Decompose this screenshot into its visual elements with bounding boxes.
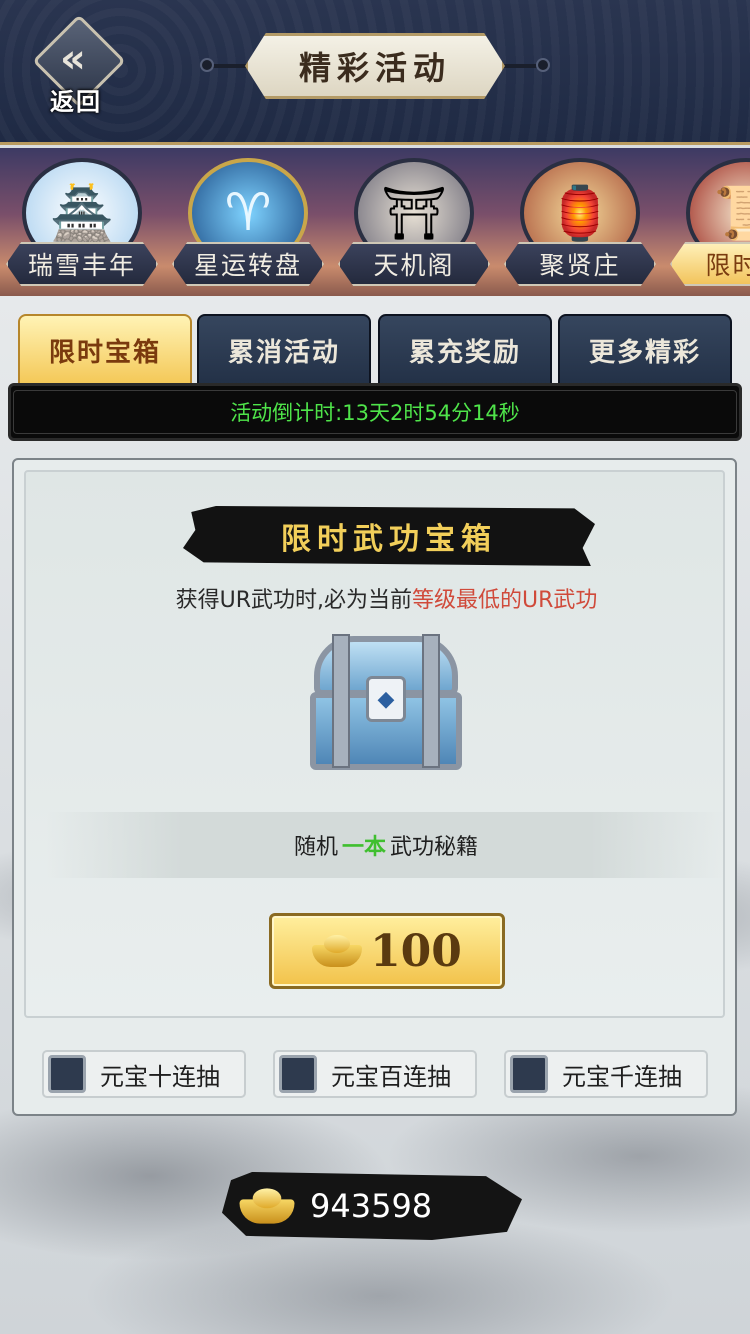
option-thousand-draw[interactable]: 元宝千连抽 xyxy=(504,1050,708,1098)
reward-qty: 一本 xyxy=(341,835,386,860)
tab-more[interactable]: 更多精彩 xyxy=(558,314,732,386)
buy-price: 100 xyxy=(370,925,462,977)
draw-options: 元宝十连抽 元宝百连抽 元宝千连抽 xyxy=(14,1038,735,1108)
tab-spend-event[interactable]: 累消活动 xyxy=(197,314,371,386)
blue-treasure-chest-icon[interactable]: ◆ xyxy=(306,634,466,774)
chest-banner: 限时武功宝箱 xyxy=(183,506,595,566)
event-label: 聚贤庄 xyxy=(504,242,656,286)
back-arrow-icon: « xyxy=(60,36,86,82)
event-star-wheel[interactable]: ♈ 星运转盘 xyxy=(166,148,326,296)
page-title-plate: 精彩活动 xyxy=(245,33,505,99)
event-juxian-manor[interactable]: 🏮 聚贤庄 xyxy=(498,148,658,296)
option-label: 元宝百连抽 xyxy=(331,1062,451,1091)
chest-panel-inner: 限时武功宝箱 获得UR武功时,必为当前等级最低的UR武功 ◆ 随机 一本 武功秘籍 … xyxy=(24,470,726,1018)
checkbox[interactable] xyxy=(510,1055,548,1093)
countdown-bar: 活动倒计时:13天2时54分14秒 xyxy=(8,383,742,441)
top-header: « 返回 精彩活动 xyxy=(0,0,750,145)
event-snow-year[interactable]: 🏯 瑞雪丰年 xyxy=(0,148,160,296)
page-title: 精彩活动 xyxy=(298,49,451,87)
desc-prefix: 获得UR武功时,必为当前 xyxy=(175,588,412,613)
countdown-text: 活动倒计时:13天2时54分14秒 xyxy=(13,390,737,434)
option-hundred-draw[interactable]: 元宝百连抽 xyxy=(273,1050,477,1098)
event-tianji-pavilion[interactable]: ⛩ 天机阁 xyxy=(332,148,492,296)
option-label: 元宝千连抽 xyxy=(562,1062,682,1091)
title-ornament-right xyxy=(500,64,540,68)
option-ten-draw[interactable]: 元宝十连抽 xyxy=(42,1050,246,1098)
event-label: 天机阁 xyxy=(338,242,490,286)
checkbox[interactable] xyxy=(48,1055,86,1093)
chest-panel: 限时武功宝箱 获得UR武功时,必为当前等级最低的UR武功 ◆ 随机 一本 武功秘籍 … xyxy=(12,458,737,1116)
currency-value: 943598 xyxy=(310,1187,433,1225)
chest-description: 获得UR武功时,必为当前等级最低的UR武功 xyxy=(26,582,747,614)
checkbox[interactable] xyxy=(279,1055,317,1093)
reward-info: 随机 一本 武功秘籍 xyxy=(46,812,726,878)
back-button[interactable]: « 返回 xyxy=(32,14,132,116)
gold-ingot-icon xyxy=(239,1188,295,1224)
buy-chest-button[interactable]: 100 xyxy=(269,913,505,989)
desc-highlight: 等级最低的UR武功 xyxy=(412,588,598,613)
back-label: 返回 xyxy=(50,88,102,116)
chest-banner-title: 限时武功宝箱 xyxy=(281,522,497,557)
title-ornament-dot-right xyxy=(536,58,550,72)
keyhole-icon: ◆ xyxy=(366,676,406,722)
tab-recharge-reward[interactable]: 累充奖励 xyxy=(378,314,552,386)
reward-item: 武功秘籍 xyxy=(390,835,479,860)
reward-prefix: 随机 xyxy=(293,835,338,860)
title-ornament-left xyxy=(210,64,250,68)
event-label: 限时宝 xyxy=(670,242,750,286)
title-ornament-dot-left xyxy=(200,58,214,72)
currency-display: 943598 xyxy=(222,1172,522,1240)
chest-band-left xyxy=(332,634,350,768)
event-label: 瑞雪丰年 xyxy=(6,242,158,286)
chest-band-right xyxy=(422,634,440,768)
event-limited-chest[interactable]: 📜 限时宝 xyxy=(664,148,750,296)
event-strip[interactable]: 🏯 瑞雪丰年 ♈ 星运转盘 ⛩ 天机阁 🏮 聚贤庄 📜 限时宝 xyxy=(0,148,750,296)
gold-ingot-icon xyxy=(312,935,363,967)
option-label: 元宝十连抽 xyxy=(100,1062,220,1091)
tab-limited-chest[interactable]: 限时宝箱 xyxy=(18,314,192,386)
event-label: 星运转盘 xyxy=(172,242,324,286)
